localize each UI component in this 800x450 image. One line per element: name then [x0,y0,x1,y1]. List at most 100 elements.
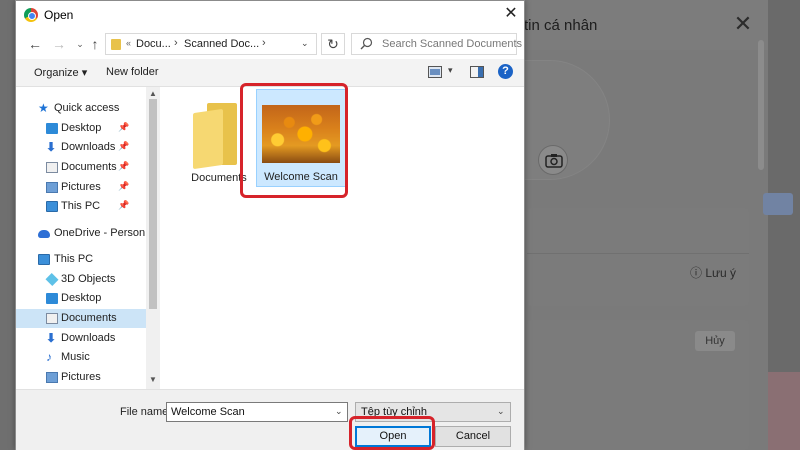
dialog-titlebar: Open ✕ [16,1,524,29]
sidebar-item-label: Documents [61,161,117,173]
sidebar-item-label: Pictures [61,371,101,383]
chevron-right-icon[interactable]: › [262,37,266,49]
onedrive-icon [38,230,50,238]
sidebar-item-downloads[interactable]: ⬇ Downloads 📌 [16,138,146,157]
sidebar-item-quick-access[interactable]: ★ Quick access [16,99,146,118]
preview-pane-icon[interactable] [470,66,484,78]
sidebar-item-this-pc[interactable]: This PC [16,250,146,269]
pictures-icon [46,372,58,383]
note-link[interactable]: ⓘ Lưu ý [690,264,736,281]
search-input[interactable]: Search Scanned Documents [351,33,522,55]
page-action-button[interactable] [763,193,793,215]
new-folder-button[interactable]: New folder [106,66,159,78]
highlight-welcome-scan [240,83,348,198]
pin-icon[interactable]: 📌 [118,141,129,152]
sidebar-item-label: Downloads [61,332,116,344]
breadcrumb-documents[interactable]: Docu... [136,38,171,50]
chevron-down-icon[interactable]: ⌄ [335,406,343,417]
sidebar-item-label: Pictures [61,181,101,193]
sidebar-item-documents-pc[interactable]: Documents [16,309,146,328]
scroll-up-icon[interactable]: ▲ [149,89,157,98]
dialog-title: Open [44,8,74,22]
music-icon: ♪ [46,350,52,364]
file-name-input[interactable]: Welcome Scan ⌄ [166,402,348,422]
camera-icon[interactable] [538,145,568,175]
download-icon: ⬇ [46,140,57,154]
download-icon: ⬇ [46,331,57,345]
sidebar-item-label: Music [61,351,90,363]
divider [527,253,749,254]
organize-button[interactable]: Organize ▾ [34,66,87,79]
sidebar-item-pictures-pc[interactable]: Pictures [16,368,146,387]
desktop-icon [46,123,58,134]
pin-icon[interactable]: 📌 [118,181,129,192]
back-arrow-icon[interactable]: ← [26,35,44,53]
profile-modal: tin cá nhân ✕ ⓘ Lưu ý Hủy [460,0,768,450]
sidebar-item-music[interactable]: ♪ Music [16,348,146,367]
search-icon [360,37,373,53]
open-file-dialog: Open ✕ ← → ⌄ ↑ « Docu... › Scanned Doc..… [15,0,525,450]
sidebar-item-label: OneDrive - Person [54,227,146,239]
navigation-pane: ★ Quick access Desktop 📌 ⬇ Downloads 📌 D… [16,87,146,389]
sidebar-item-downloads-pc[interactable]: ⬇ Downloads [16,329,146,348]
secondary-card: Hủy [527,320,749,450]
sidebar-item-documents[interactable]: Documents 📌 [16,158,146,177]
sidebar-item-label: 3D Objects [61,273,116,285]
navigation-scrollbar[interactable]: ▲ ▼ [146,87,160,389]
sidebar-item-label: Downloads [61,141,116,153]
address-bar[interactable]: « Docu... › Scanned Doc... › ⌄ [105,33,317,55]
sidebar-item-onedrive[interactable]: OneDrive - Person [16,224,146,243]
close-icon[interactable]: ✕ [732,13,754,35]
sidebar-item-label: Documents [61,312,117,324]
overflow-icon[interactable]: « [126,38,131,48]
scroll-down-icon[interactable]: ▼ [149,375,157,384]
forward-arrow-icon[interactable]: → [50,35,68,53]
close-icon[interactable]: ✕ [500,4,522,24]
chevron-down-icon[interactable]: ⌄ [301,38,309,49]
folder-icon [193,101,237,170]
info-card [527,208,749,306]
sidebar-item-desktop[interactable]: Desktop 📌 [16,119,146,138]
pin-icon[interactable]: 📌 [118,122,129,133]
breadcrumb-scanned-documents[interactable]: Scanned Doc... [184,38,259,50]
sidebar-item-this-pc-pinned[interactable]: This PC 📌 [16,197,146,216]
sidebar-item-desktop-pc[interactable]: Desktop [16,289,146,308]
cancel-button[interactable]: Cancel [435,426,511,447]
note-label: Lưu ý [705,266,737,280]
refresh-icon[interactable]: ↻ [321,33,345,55]
3d-objects-icon [45,272,59,287]
sidebar-item-label: Quick access [54,102,120,114]
page-banner [768,372,800,450]
search-placeholder: Search Scanned Documents [382,38,523,50]
scrollbar-thumb[interactable] [149,99,157,309]
profile-modal-title: tin cá nhân [524,17,598,34]
modal-scrollbar[interactable] [758,40,764,170]
chevron-right-icon[interactable]: › [174,37,178,49]
pictures-icon [46,182,58,193]
up-arrow-icon[interactable]: ↑ [86,35,104,53]
chrome-logo-icon [24,8,38,22]
pin-icon[interactable]: 📌 [118,200,129,211]
pin-icon[interactable]: 📌 [118,161,129,172]
sidebar-item-3d-objects[interactable]: 3D Objects [16,270,146,289]
documents-icon [46,313,58,324]
organize-label: Organize [34,67,79,79]
profile-modal-header: tin cá nhân ✕ [500,0,768,50]
info-icon: ⓘ [690,266,706,280]
sidebar-item-pictures[interactable]: Pictures 📌 [16,178,146,197]
desktop-icon [46,293,58,304]
folder-front [193,108,223,170]
sidebar-item-label: This PC [54,253,94,265]
navigation-bar: ← → ⌄ ↑ « Docu... › Scanned Doc... › ⌄ ↻… [16,29,524,59]
chevron-down-icon[interactable]: ▾ [448,65,453,76]
view-options-icon[interactable] [428,66,442,78]
cancel-button-bg[interactable]: Hủy [695,331,735,351]
pc-icon [46,201,58,212]
sidebar-item-label: This PC [61,200,101,212]
chevron-down-icon[interactable]: ⌄ [497,406,505,417]
documents-icon [46,162,58,173]
folder-icon [111,39,121,50]
sidebar-item-label: Desktop [61,292,102,304]
star-icon: ★ [38,101,49,115]
help-icon[interactable]: ? [498,64,513,79]
